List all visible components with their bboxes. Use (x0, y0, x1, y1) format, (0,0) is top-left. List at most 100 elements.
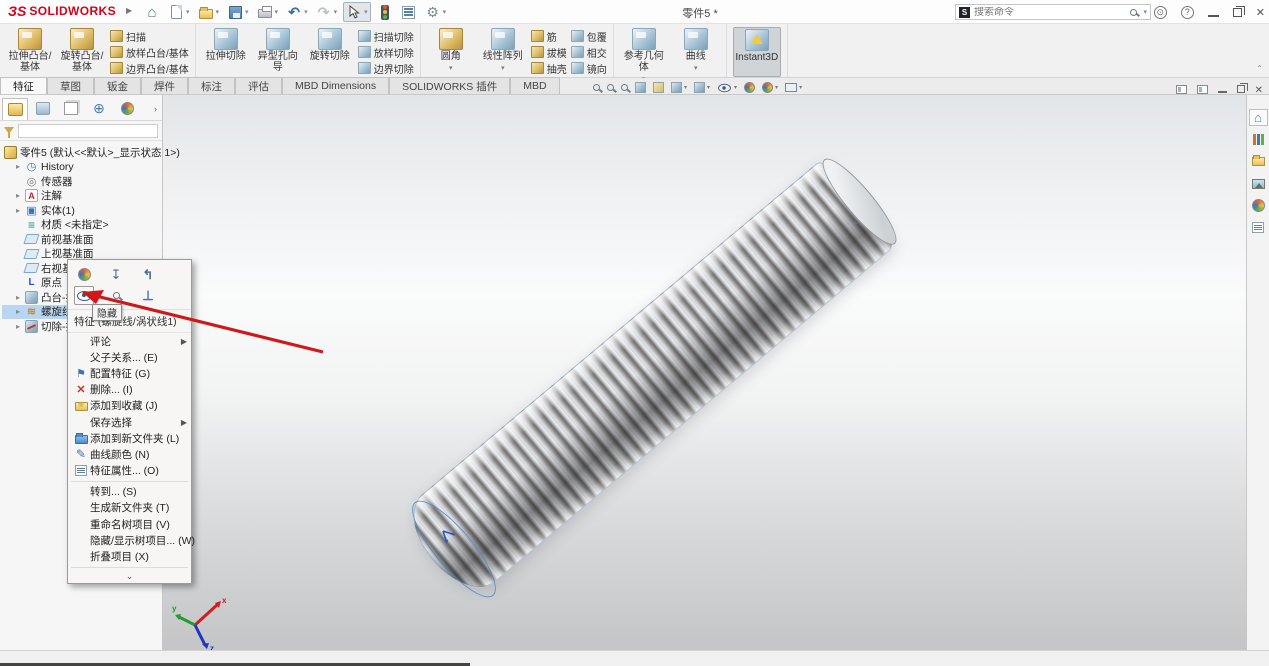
tab-dimxpertmanager[interactable] (86, 98, 112, 120)
swept-boss-button[interactable]: 扫描 (110, 29, 189, 43)
swept-cut-button[interactable]: 扫描切除 (358, 29, 414, 43)
display-style-caret-icon[interactable]: ▾ (707, 84, 710, 91)
revolved-cut-button[interactable]: 旋转切除 (306, 27, 354, 62)
tab-featuremanager-tree[interactable] (2, 98, 28, 120)
apply-scene-button[interactable]: ▾ (762, 82, 778, 93)
command-search-box[interactable]: S ▾ (955, 4, 1151, 20)
tab-addins[interactable]: SOLIDWORKS 插件 (389, 77, 510, 94)
pane-left-icon[interactable] (1176, 85, 1187, 94)
select-button[interactable]: ▾ (343, 2, 371, 22)
tree-item-front-plane[interactable]: 前视基准面 (2, 232, 162, 247)
expander-icon[interactable]: ▸ (14, 293, 22, 302)
normal-to-button[interactable] (138, 286, 158, 305)
undo-caret-icon[interactable]: ▾ (304, 8, 308, 16)
rollback-button[interactable] (138, 265, 158, 284)
view-palette-button[interactable] (1249, 175, 1268, 192)
menu-item-parent-child[interactable]: 父子关系... (E) (68, 349, 191, 365)
fillet-caret-icon[interactable]: ▾ (427, 64, 475, 72)
tab-propertymanager[interactable] (30, 98, 56, 120)
boundary-boss-button[interactable]: 边界凸台/基体 (110, 61, 189, 75)
select-caret-icon[interactable]: ▾ (364, 8, 368, 16)
tree-item-material[interactable]: 材质 <未指定> (2, 218, 162, 233)
help-icon[interactable]: ? (1181, 6, 1194, 19)
tree-item-history[interactable]: ▸History (2, 160, 162, 175)
search-icon[interactable] (1130, 9, 1137, 16)
curves-caret-icon[interactable]: ▾ (672, 64, 720, 72)
edit-appearance-button[interactable] (74, 265, 94, 284)
save-button[interactable]: ▾ (225, 2, 251, 22)
menu-item-collapse-items[interactable]: 折叠项目 (X) (68, 548, 191, 564)
settings-caret-icon[interactable]: ▾ (443, 8, 447, 16)
tab-displaymanager[interactable] (114, 98, 140, 120)
open-caret-icon[interactable]: ▾ (216, 8, 220, 16)
wrap-button[interactable]: 包覆 (571, 29, 607, 43)
menu-item-rename-tree-item[interactable]: 重命名树项目 (V) (68, 516, 191, 532)
sketch-markup-button[interactable] (653, 82, 664, 93)
expander-icon[interactable]: ▸ (14, 191, 22, 200)
threaded-rod-model[interactable] (396, 156, 898, 603)
fillet-button[interactable]: 圆角▾ (427, 27, 475, 72)
doc-close-button[interactable] (1255, 80, 1263, 98)
menu-expand-chevron-icon[interactable] (68, 570, 191, 583)
view-settings-caret-icon[interactable]: ▾ (799, 84, 802, 91)
intersect-button[interactable]: 相交 (571, 45, 607, 59)
hide-button[interactable] (74, 286, 94, 305)
draft-button[interactable]: 拔模 (531, 45, 567, 59)
lofted-boss-button[interactable]: 放样凸台/基体 (110, 45, 189, 59)
new-caret-icon[interactable]: ▾ (186, 8, 190, 16)
linear-pattern-caret-icon[interactable]: ▾ (479, 64, 527, 72)
previous-view-button[interactable] (621, 84, 628, 91)
extruded-cut-button[interactable]: 拉伸切除 (202, 27, 250, 62)
restore-down-button[interactable] (1233, 8, 1242, 17)
section-view-button[interactable] (635, 82, 646, 93)
mirror-button[interactable]: 镜向 (571, 61, 607, 75)
expander-icon[interactable]: ▸ (14, 206, 22, 215)
menu-item-configure-feature[interactable]: 配置特征 (G) (68, 365, 191, 381)
doc-restore-button[interactable] (1237, 85, 1245, 93)
tree-item-annotations[interactable]: ▸A注解 (2, 189, 162, 204)
tab-sheet-metal[interactable]: 钣金 (94, 77, 141, 94)
menu-item-delete[interactable]: 删除... (I) (68, 382, 191, 398)
tree-root[interactable]: 零件5 (默认<<默认>_显示状态 1>) (2, 145, 162, 160)
open-document-button[interactable]: ▾ (196, 2, 222, 22)
hole-wizard-button[interactable]: 异型孔向导▾ (254, 27, 302, 83)
file-explorer-button[interactable] (1249, 153, 1268, 170)
view-orientation-caret-icon[interactable]: ▾ (684, 84, 687, 91)
menu-item-feature-properties[interactable]: 特征属性... (O) (68, 463, 191, 479)
print-button[interactable]: ▾ (255, 2, 281, 22)
dynamic-reference-button[interactable] (106, 265, 126, 284)
search-input[interactable] (974, 7, 1126, 18)
search-caret-icon[interactable]: ▾ (1143, 8, 1147, 16)
tab-sketch[interactable]: 草图 (47, 77, 94, 94)
menu-item-add-to-favorites[interactable]: 添加到收藏 (J) (68, 398, 191, 414)
menu-item-hide-show-tree-items[interactable]: 隐藏/显示树项目... (W) (68, 532, 191, 548)
menu-flyout-arrow-icon[interactable]: ▶ (126, 6, 132, 15)
options-list-button[interactable] (399, 2, 419, 22)
filter-input[interactable] (18, 124, 158, 138)
tab-markup[interactable]: 标注 (188, 77, 235, 94)
task-pane-home-button[interactable] (1249, 109, 1268, 126)
menu-item-add-to-new-folder[interactable]: 添加到新文件夹 (L) (68, 430, 191, 446)
extruded-boss-button[interactable]: 拉伸凸台/基体 (6, 27, 54, 73)
home-button[interactable] (142, 2, 162, 22)
expander-icon[interactable]: ▸ (14, 322, 22, 331)
rib-button[interactable]: 筋 (531, 29, 567, 43)
custom-properties-button[interactable] (1249, 219, 1268, 236)
lofted-cut-button[interactable]: 放样切除 (358, 45, 414, 59)
display-style-button[interactable]: ▾ (694, 82, 710, 93)
apply-scene-caret-icon[interactable]: ▾ (775, 84, 778, 91)
menu-item-create-new-folder[interactable]: 生成新文件夹 (T) (68, 500, 191, 516)
rebuild-button[interactable] (375, 2, 395, 22)
zoom-to-selection-button[interactable] (106, 286, 126, 305)
minimize-button[interactable] (1208, 15, 1219, 17)
menu-item-comment[interactable]: 评论▶ (68, 333, 191, 349)
doc-minimize-button[interactable] (1218, 91, 1227, 93)
menu-item-go-to[interactable]: 转到... (S) (68, 484, 191, 500)
settings-button[interactable]: ▾ (423, 2, 449, 22)
expander-icon[interactable]: ▸ (14, 162, 22, 171)
tab-features[interactable]: 特征 (0, 77, 47, 94)
shell-button[interactable]: 抽壳 (531, 61, 567, 75)
zoom-to-fit-button[interactable] (593, 84, 600, 91)
revolved-boss-button[interactable]: 旋转凸台/基体 (58, 27, 106, 73)
tab-mbd[interactable]: MBD (510, 77, 559, 94)
